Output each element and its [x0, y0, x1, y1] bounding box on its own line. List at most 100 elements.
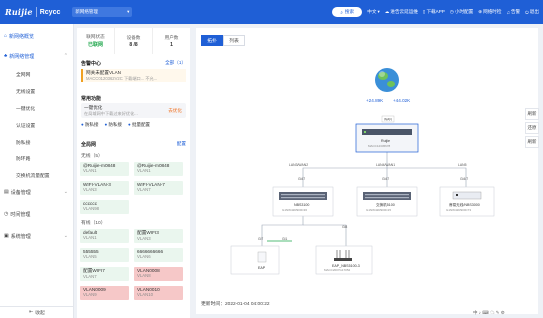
- vlan-id: VLAN1: [83, 168, 97, 173]
- sidebar-item-wireless[interactable]: 无线设置: [16, 88, 35, 95]
- restore-button[interactable]: 还原: [525, 122, 539, 134]
- quick-link-2[interactable]: ● 防私接: [104, 122, 121, 128]
- download-app-link[interactable]: ▯ 下载APP: [423, 9, 445, 15]
- cloud-icon: ☁: [384, 9, 390, 14]
- sidebar-group-time[interactable]: ◷ 时间管理: [0, 208, 74, 220]
- download-rate: +44.02K: [393, 98, 411, 103]
- optimize-button[interactable]: 去优化: [168, 108, 182, 114]
- stat-value: 1: [170, 41, 173, 48]
- alarm-item[interactable]: 网关未配置VLAN MACC0120362V2C 下载端口... 不允...: [81, 69, 186, 82]
- vlan-id: VLAN98: [83, 206, 100, 211]
- phone-icon: ▯: [422, 9, 426, 14]
- chevron-up-icon: ⌃: [63, 53, 68, 59]
- vlan-tile[interactable]: cccccc VLAN98: [80, 200, 129, 214]
- switch-device-3[interactable]: 睿易无线/NBS3000 G1NW42R900C73: [439, 186, 495, 217]
- quick-link-label: 防私接: [84, 122, 99, 127]
- sidebar-item-global[interactable]: 全网网: [16, 71, 30, 78]
- sidebar-group-network[interactable]: ♣ 新网络管理 ⌃: [0, 50, 74, 62]
- sidebar-item-anti-private[interactable]: 防私接: [16, 139, 30, 146]
- function-card-optimize[interactable]: 一键优化 在局域网中下载过来好优化... 去优化: [81, 103, 186, 118]
- sidebar-group-overview[interactable]: ⌂ 新网络概览: [0, 30, 74, 42]
- sidebar-group-devices[interactable]: ▤ 设备管理 ⌄: [0, 186, 74, 198]
- switch-port-3: LAN5: [458, 163, 467, 167]
- vlan-id: VLAN3: [137, 236, 151, 241]
- cloud-ops-link[interactable]: ☁ 进告云延运维: [385, 9, 418, 15]
- vlan-id: VLAN10: [137, 292, 154, 297]
- vlan-tile[interactable]: WIFI-VLAN-3 VLAN3: [80, 181, 129, 195]
- language-select[interactable]: 中文 ▾: [367, 9, 380, 15]
- sidebar-group-system[interactable]: ▣ 系统管理 ⌄: [0, 230, 74, 242]
- system-icon: ▣: [4, 233, 9, 239]
- clock-icon: ◷: [449, 9, 454, 14]
- sidebar-item-optimize[interactable]: 一键优化: [16, 105, 35, 112]
- stat-users[interactable]: 用户数 1: [153, 28, 190, 54]
- vlan-config-link[interactable]: 配置: [177, 141, 186, 147]
- search-button[interactable]: ⌕ 搜索: [332, 7, 363, 17]
- vlan-tile[interactable]: 555555 VLAN5: [80, 248, 129, 262]
- search-icon: ⌕: [340, 9, 343, 15]
- sidebar-item-auth[interactable]: 认证设置: [16, 122, 35, 129]
- vlan-tile[interactable]: 配置WIFI3 VLAN3: [134, 229, 183, 243]
- internet-globe-icon[interactable]: [375, 68, 399, 92]
- clock-icon: ◷: [4, 211, 9, 217]
- wireless-count: 无线（5）: [81, 154, 103, 159]
- alarm-label: 告警: [510, 9, 521, 14]
- logout-link[interactable]: ⏻ 退出: [525, 9, 539, 15]
- alarm-all-link[interactable]: 全部（1）: [165, 60, 186, 66]
- ap-name: EAP: [258, 266, 266, 270]
- switch-name: 交换机5100: [376, 202, 395, 207]
- vlan-id: VLAN6: [137, 254, 151, 259]
- shield-icon: ●: [104, 122, 108, 127]
- quick-link-1[interactable]: ● 防私接: [81, 122, 98, 128]
- quick-link-label: 防私接: [108, 122, 122, 127]
- switch-device-2[interactable]: 交换机5100 G1NW42R900C15: [356, 186, 418, 217]
- stat-devices[interactable]: 设备数 8 /8: [115, 28, 153, 54]
- ruijie-logo: Ruijie: [5, 7, 33, 17]
- system-tray: 中 ♪ ⌨ ☁ ✎ ⚙: [473, 310, 505, 315]
- config-link[interactable]: ◷ 小时配置: [450, 9, 473, 15]
- chevron-down-icon: ⌄: [63, 189, 68, 195]
- ap-device-2[interactable]: EAP_NBS5100-3 MACC2007G17052: [315, 245, 373, 275]
- network-select[interactable]: 新网络管理 ▾: [72, 7, 133, 17]
- vlan-tile[interactable]: VLAN0010 VLAN10: [134, 286, 183, 300]
- switch-uplink-2: Gi47: [382, 177, 389, 181]
- sidebar-group-label: 时间管理: [10, 211, 31, 218]
- switch-name: NBS3100: [294, 203, 309, 207]
- refresh-button[interactable]: 刷新: [525, 108, 539, 120]
- wired-count: 有线（10）: [81, 221, 106, 226]
- network-check-link[interactable]: ⊕ 网络时检: [478, 9, 501, 15]
- config-icon: ●: [127, 122, 131, 127]
- switch-device-1[interactable]: NBS3100 G1NW42R900C36: [272, 186, 334, 217]
- switch-name: 睿易无线/NBS3000: [449, 202, 480, 207]
- top-header: Ruijie Rcycc 新网络管理 ▾ ⌕ 搜索 中文 ▾ ☁ 进告云延运维 …: [0, 0, 543, 24]
- topology-diagram: +24.89K +44.02K WAN Ruijie MACC12345678 …: [230, 68, 495, 275]
- stat-label: 联网状态: [86, 34, 105, 39]
- sidebar-collapse-button[interactable]: ⇤ 收起: [0, 306, 74, 318]
- sidebar-item-switch-flow[interactable]: 交换机流量配置: [16, 172, 50, 179]
- vlan-tile[interactable]: default VLAN1: [80, 229, 129, 243]
- quick-link-3[interactable]: ● 批量配置: [128, 122, 150, 128]
- functions-title: 常用功能: [81, 96, 102, 102]
- vlan-tile[interactable]: @Ruijie-m0848 VLAN1: [134, 162, 183, 176]
- vlan-tile[interactable]: WIFI-VLAN-7 VLAN7: [134, 181, 183, 195]
- vlan-tile[interactable]: 6666666666 VLAN6: [134, 248, 183, 262]
- vlan-id: VLAN7: [83, 274, 97, 279]
- core-gateway-device[interactable]: Ruijie MACC12345678: [355, 123, 419, 153]
- vlan-tile[interactable]: VLAN0009 VLAN9: [80, 286, 129, 300]
- stat-online: 联网状态 已联网: [77, 28, 115, 54]
- vlan-id: VLAN9: [83, 292, 97, 297]
- vlan-tile[interactable]: @Ruijie-m0848 VLAN1: [80, 162, 129, 176]
- vlan-tile[interactable]: 配置WIFI7 VLAN7: [80, 267, 129, 281]
- topology-panel: 拓扑 列表 +24.89K +44.02K WAN Ruijie MACC123…: [196, 28, 538, 314]
- stat-value: 8 /8: [129, 41, 138, 48]
- device-icon: ▤: [4, 189, 9, 195]
- reload-button[interactable]: 刷新: [525, 136, 539, 148]
- vlan-title: 全局网: [81, 142, 97, 148]
- ap-device-1[interactable]: EAP: [230, 245, 280, 275]
- logout-icon: ⏻: [525, 9, 529, 15]
- network-check-label: 网络时检: [483, 9, 502, 14]
- vlan-tile[interactable]: VLAN0008 VLAN8: [134, 267, 183, 281]
- alarm-link[interactable]: ♫ 告警: [507, 9, 521, 15]
- upload-rate: +24.89K: [366, 98, 384, 103]
- sidebar-item-anti-loop[interactable]: 防环路: [16, 155, 30, 162]
